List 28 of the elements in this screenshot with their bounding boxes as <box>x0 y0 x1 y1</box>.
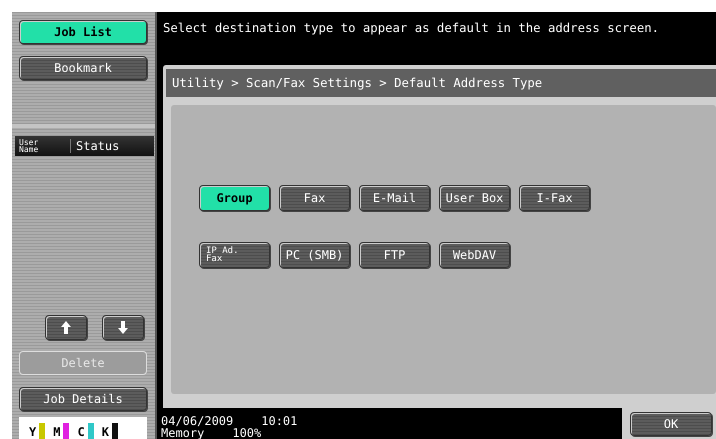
date-text: 04/06/2009 <box>161 415 234 427</box>
toner-label: M <box>53 425 60 439</box>
address-type-button[interactable]: Group <box>199 184 270 211</box>
time-text: 10:01 <box>261 415 298 427</box>
ok-button[interactable]: OK <box>630 412 712 436</box>
toner-label: C <box>77 425 85 439</box>
toner-label: Y <box>29 425 36 439</box>
job-details-button[interactable]: Job Details <box>19 387 147 411</box>
nav-button[interactable]: Bookmark <box>19 56 147 80</box>
address-type-button[interactable]: PC (SMB) <box>279 242 350 268</box>
memory-value: 100% <box>232 427 262 439</box>
address-type-button[interactable]: IP Ad. Fax <box>199 242 270 268</box>
address-type-button[interactable]: WebDAV <box>439 242 510 268</box>
down-arrow-icon <box>118 321 128 334</box>
toner-label: K <box>102 425 109 439</box>
up-arrow-icon <box>61 321 71 334</box>
nav-button[interactable]: Job List <box>19 20 147 44</box>
address-type-button[interactable]: FTP <box>359 242 430 268</box>
scroll-down-button[interactable] <box>102 315 144 340</box>
instruction-text: Select destination type to appear as default in the address screen. <box>163 21 660 35</box>
scroll-up-button[interactable] <box>45 315 87 340</box>
address-type-button[interactable]: E-Mail <box>359 184 430 211</box>
address-type-button[interactable]: I-Fax <box>519 184 590 211</box>
column-header: Status <box>75 139 120 153</box>
address-type-button[interactable]: User Box <box>439 184 510 211</box>
address-type-button[interactable]: Fax <box>279 184 350 211</box>
breadcrumb: Utility > Scan/Fax Settings > Default Address Type <box>172 76 542 90</box>
column-header: User Name <box>15 139 71 153</box>
